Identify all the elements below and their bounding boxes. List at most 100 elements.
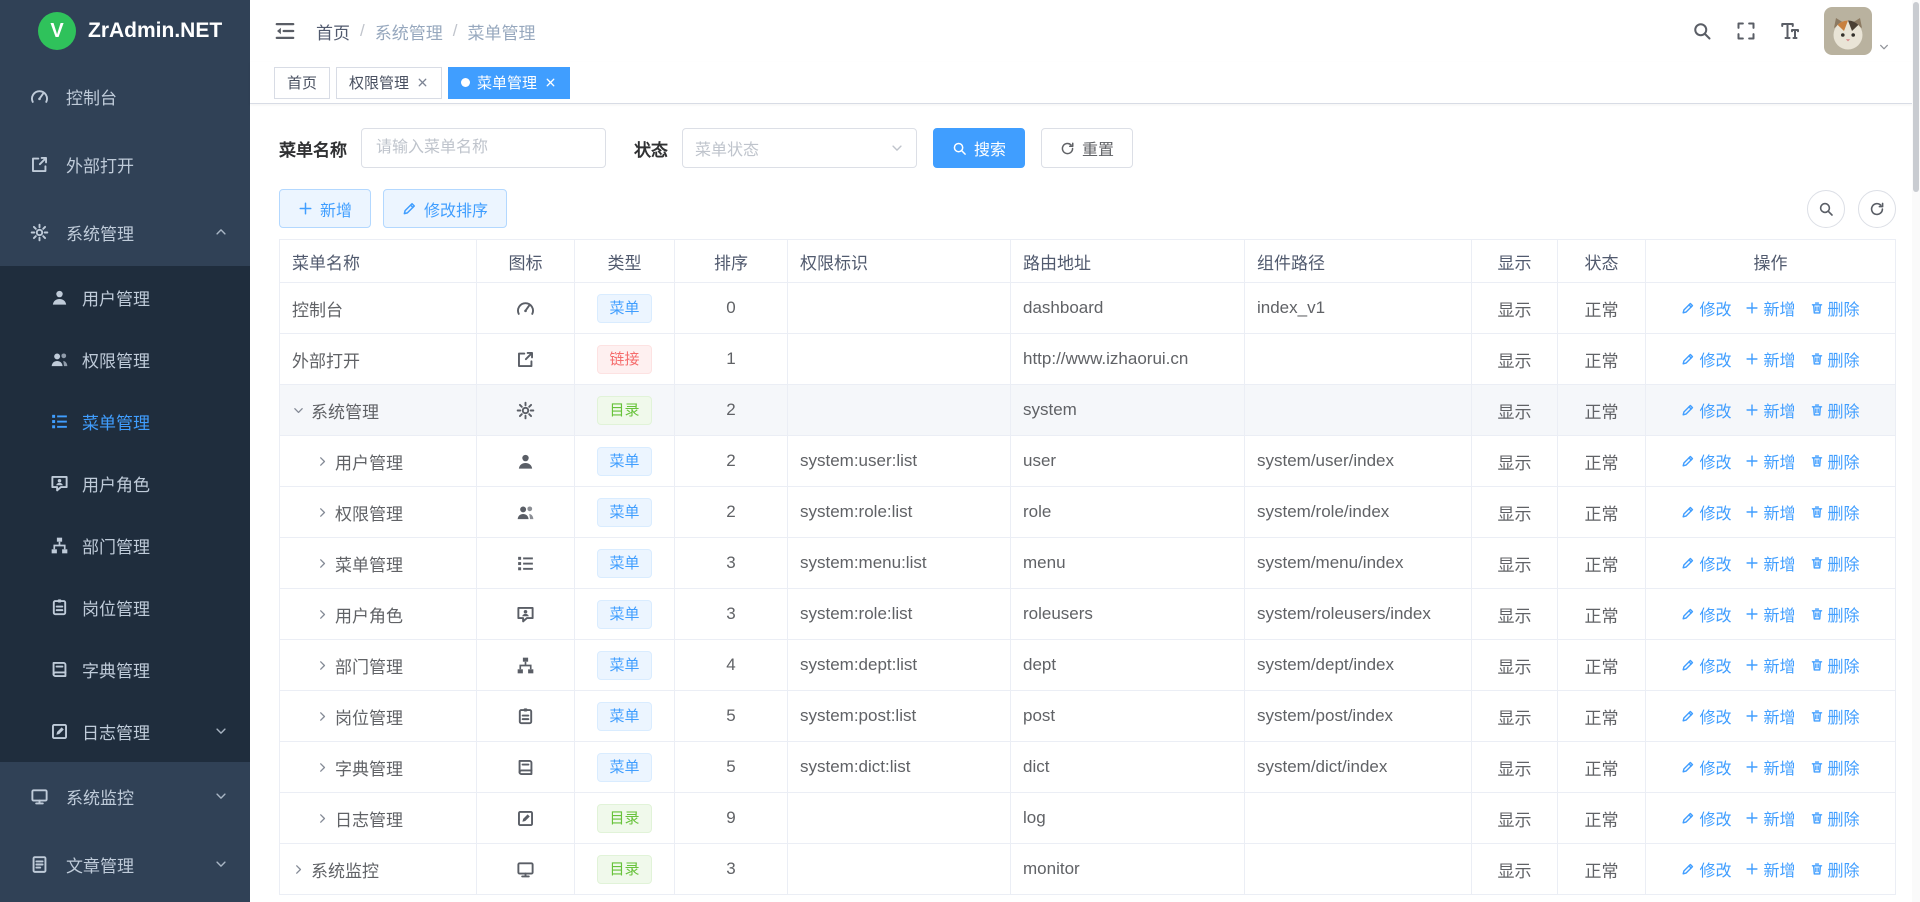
sidebar-item-article-mgmt[interactable]: 文章管理 xyxy=(0,830,250,898)
status-value: 正常 xyxy=(1558,640,1646,691)
add-link[interactable]: 新增 xyxy=(1745,296,1795,320)
delete-link[interactable]: 删除 xyxy=(1810,857,1860,881)
add-link[interactable]: 新增 xyxy=(1745,653,1795,677)
chevron-right-icon[interactable] xyxy=(316,659,329,672)
edit-link[interactable]: 修改 xyxy=(1681,806,1731,830)
tab-home[interactable]: 首页 xyxy=(274,67,330,99)
edit-link[interactable]: 修改 xyxy=(1681,704,1731,728)
menu-name: 用户角色 xyxy=(335,602,403,627)
delete-link[interactable]: 删除 xyxy=(1810,806,1860,830)
table-row: 控制台菜单0dashboardindex_v1显示正常修改新增删除 xyxy=(280,283,1896,334)
sidebar-item-role-mgmt[interactable]: 权限管理 xyxy=(0,328,250,390)
sidebar-item-system-mgmt[interactable]: 系统管理 xyxy=(0,198,250,266)
delete-link[interactable]: 删除 xyxy=(1810,602,1860,626)
edit-link[interactable]: 修改 xyxy=(1681,500,1731,524)
status-value: 正常 xyxy=(1558,691,1646,742)
delete-link[interactable]: 删除 xyxy=(1810,347,1860,371)
sort-value: 2 xyxy=(675,436,788,487)
search-button[interactable]: 搜索 xyxy=(933,128,1025,168)
sidebar-item-user-mgmt[interactable]: 用户管理 xyxy=(0,266,250,328)
menu-name-input[interactable] xyxy=(361,128,606,168)
edit-icon xyxy=(1681,709,1695,723)
edit-link[interactable]: 修改 xyxy=(1681,755,1731,779)
search-icon[interactable] xyxy=(1692,21,1712,41)
chevron-right-icon[interactable] xyxy=(316,812,329,825)
breadcrumb-item[interactable]: 系统管理 xyxy=(375,19,443,44)
sidebar-item-external-open[interactable]: 外部打开 xyxy=(0,130,250,198)
fullscreen-icon[interactable] xyxy=(1736,21,1756,41)
sidebar-item-user-role[interactable]: 用户角色 xyxy=(0,452,250,514)
trash-icon xyxy=(1810,709,1824,723)
add-link[interactable]: 新增 xyxy=(1745,704,1795,728)
chevron-right-icon[interactable] xyxy=(316,455,329,468)
tab-label: 权限管理 xyxy=(349,72,409,93)
page-content: 菜单名称 状态 菜单状态 搜索 重置 新增 xyxy=(250,104,1920,902)
delete-link[interactable]: 删除 xyxy=(1810,500,1860,524)
tab-role-mgmt[interactable]: 权限管理 xyxy=(336,67,442,99)
delete-link[interactable]: 删除 xyxy=(1810,296,1860,320)
close-icon[interactable] xyxy=(416,76,429,89)
delete-link[interactable]: 删除 xyxy=(1810,551,1860,575)
hamburger-icon[interactable] xyxy=(274,20,296,42)
add-link[interactable]: 新增 xyxy=(1745,806,1795,830)
external-link-icon xyxy=(516,350,535,369)
close-icon[interactable] xyxy=(544,76,557,89)
chevron-right-icon[interactable] xyxy=(316,761,329,774)
sort-value: 2 xyxy=(675,487,788,538)
add-link[interactable]: 新增 xyxy=(1745,857,1795,881)
edit-link[interactable]: 修改 xyxy=(1681,602,1731,626)
edit-link[interactable]: 修改 xyxy=(1681,653,1731,677)
button-label: 修改排序 xyxy=(424,197,488,221)
edit-link[interactable]: 修改 xyxy=(1681,398,1731,422)
edit-link[interactable]: 修改 xyxy=(1681,551,1731,575)
tab-menu-mgmt[interactable]: 菜单管理 xyxy=(448,67,570,99)
chevron-down-icon xyxy=(214,724,228,738)
chevron-right-icon[interactable] xyxy=(316,557,329,570)
sidebar-item-dict-mgmt[interactable]: 字典管理 xyxy=(0,638,250,700)
sidebar-item-dept-mgmt[interactable]: 部门管理 xyxy=(0,514,250,576)
logo-icon: V xyxy=(38,12,76,50)
reset-button[interactable]: 重置 xyxy=(1041,128,1133,168)
add-link[interactable]: 新增 xyxy=(1745,347,1795,371)
chevron-right-icon[interactable] xyxy=(316,710,329,723)
scrollbar-thumb[interactable] xyxy=(1913,2,1919,192)
chevron-down-icon[interactable] xyxy=(292,404,305,417)
chevron-right-icon[interactable] xyxy=(292,863,305,876)
edit-link[interactable]: 修改 xyxy=(1681,296,1731,320)
sidebar-item-system-monitor[interactable]: 系统监控 xyxy=(0,762,250,830)
add-link[interactable]: 新增 xyxy=(1745,500,1795,524)
route-value: role xyxy=(1011,487,1245,538)
add-link[interactable]: 新增 xyxy=(1745,449,1795,473)
breadcrumb-item[interactable]: 首页 xyxy=(316,19,350,44)
user-avatar[interactable] xyxy=(1824,7,1872,55)
search-toggle-button[interactable] xyxy=(1807,190,1845,228)
menu-name: 外部打开 xyxy=(292,347,360,372)
sidebar-item-dashboard[interactable]: 控制台 xyxy=(0,62,250,130)
edit-link[interactable]: 修改 xyxy=(1681,347,1731,371)
page-scrollbar[interactable] xyxy=(1912,0,1920,902)
sidebar-item-menu-mgmt[interactable]: 菜单管理 xyxy=(0,390,250,452)
status-select[interactable]: 菜单状态 xyxy=(682,128,917,168)
edit-icon xyxy=(1681,301,1695,315)
add-link[interactable]: 新增 xyxy=(1745,398,1795,422)
chevron-right-icon[interactable] xyxy=(316,608,329,621)
add-button[interactable]: 新增 xyxy=(279,189,371,228)
perm-value: system:role:list xyxy=(788,487,1011,538)
sidebar-item-post-mgmt[interactable]: 岗位管理 xyxy=(0,576,250,638)
delete-link[interactable]: 删除 xyxy=(1810,398,1860,422)
sort-button[interactable]: 修改排序 xyxy=(383,189,507,228)
delete-link[interactable]: 删除 xyxy=(1810,755,1860,779)
refresh-table-button[interactable] xyxy=(1858,190,1896,228)
sidebar-item-log-mgmt[interactable]: 日志管理 xyxy=(0,700,250,762)
delete-link[interactable]: 删除 xyxy=(1810,449,1860,473)
chevron-right-icon[interactable] xyxy=(316,506,329,519)
font-size-icon[interactable] xyxy=(1780,21,1800,41)
add-link[interactable]: 新增 xyxy=(1745,551,1795,575)
edit-link[interactable]: 修改 xyxy=(1681,857,1731,881)
add-link[interactable]: 新增 xyxy=(1745,602,1795,626)
add-link[interactable]: 新增 xyxy=(1745,755,1795,779)
trash-icon xyxy=(1810,862,1824,876)
edit-link[interactable]: 修改 xyxy=(1681,449,1731,473)
delete-link[interactable]: 删除 xyxy=(1810,653,1860,677)
delete-link[interactable]: 删除 xyxy=(1810,704,1860,728)
